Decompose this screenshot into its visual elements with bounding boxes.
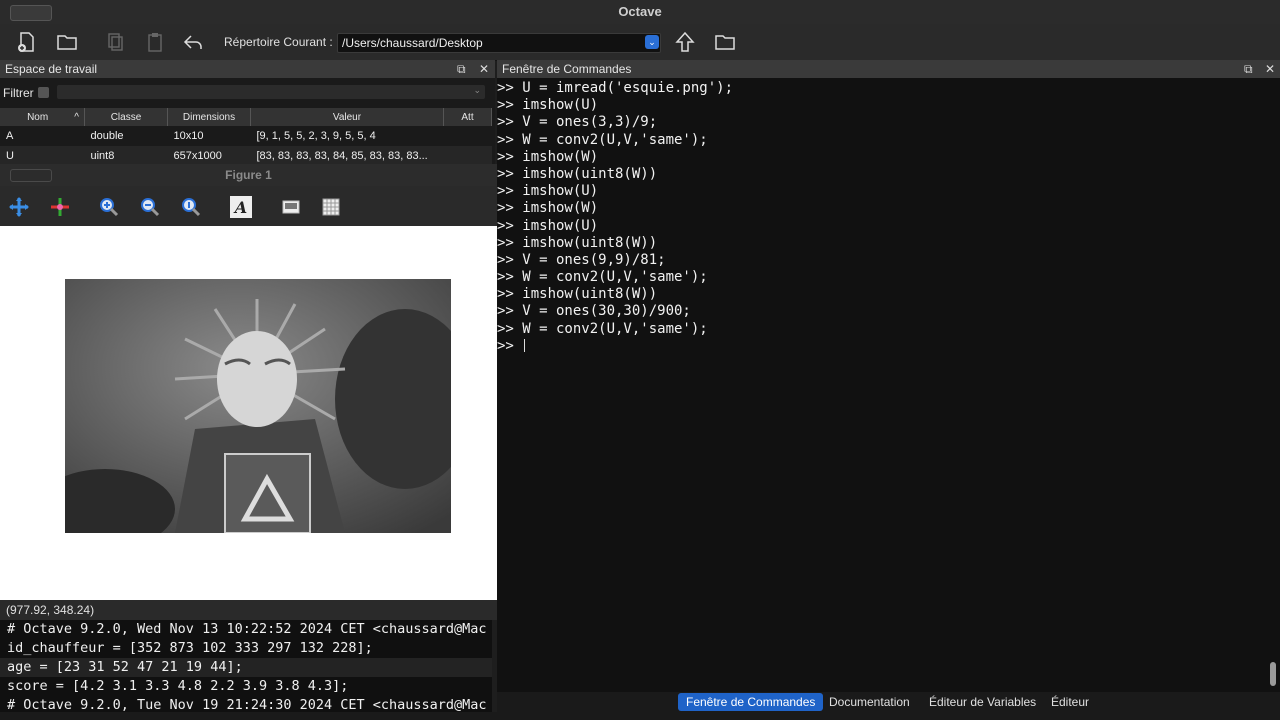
column-header-dimensions[interactable]: Dimensions bbox=[167, 108, 251, 126]
title-bar: Octave bbox=[0, 0, 1280, 24]
filter-checkbox[interactable] bbox=[38, 87, 49, 98]
filter-row: Filtrer ⌄ bbox=[0, 82, 495, 102]
history-item[interactable]: id_chauffeur = [352 873 102 333 297 132 … bbox=[0, 639, 492, 658]
command-window: Fenêtre de Commandes ⧉ ✕ >> U = imread('… bbox=[497, 60, 1280, 692]
figure-toolbar: A bbox=[0, 186, 497, 226]
command-line: >> V = ones(3,3)/9; bbox=[497, 114, 658, 131]
history-item[interactable]: score = [4.2 3.1 3.3 4.8 2.2 3.9 3.8 4.3… bbox=[0, 677, 492, 696]
workspace-table: Nom ^ Classe Dimensions Valeur Att A dou… bbox=[0, 108, 492, 166]
parent-dir-button[interactable] bbox=[672, 30, 698, 54]
command-line: >> imshow(uint8(W)) bbox=[497, 234, 658, 251]
command-line: >> W = conv2(U,V,'same'); bbox=[497, 320, 708, 337]
chevron-down-icon[interactable]: ⌄ bbox=[645, 35, 659, 49]
tab-documentation[interactable]: Documentation bbox=[821, 693, 918, 711]
bottom-tab-bar: Fenêtre de Commandes Documentation Édite… bbox=[497, 692, 1280, 712]
pan-icon[interactable] bbox=[8, 196, 30, 218]
column-header-value[interactable]: Valeur bbox=[250, 108, 444, 126]
tab-editor[interactable]: Éditeur bbox=[1043, 693, 1097, 711]
arrow-up-icon bbox=[675, 31, 695, 52]
sort-arrow-icon: ^ bbox=[74, 111, 79, 123]
chevron-down-icon[interactable]: ⌄ bbox=[473, 85, 481, 96]
figure-canvas[interactable] bbox=[0, 226, 497, 600]
copy-icon bbox=[108, 33, 123, 51]
app-title: Octave bbox=[618, 4, 662, 19]
command-line: >> imshow(U) bbox=[497, 97, 599, 114]
command-line: >> V = ones(9,9)/81; bbox=[497, 251, 666, 268]
command-line: >> imshow(U) bbox=[497, 183, 599, 200]
clipboard-icon bbox=[148, 33, 162, 52]
filter-label: Filtrer bbox=[3, 86, 34, 100]
undock-icon[interactable]: ⧉ bbox=[457, 60, 466, 78]
browse-dir-button[interactable] bbox=[712, 30, 738, 54]
command-history-panel: # Octave 9.2.0, Wed Nov 13 10:22:52 2024… bbox=[0, 620, 492, 720]
status-bar bbox=[0, 712, 1280, 720]
rotate-icon[interactable] bbox=[49, 196, 71, 218]
command-line: >> U = imread('esquie.png'); bbox=[497, 80, 734, 96]
history-item[interactable]: age = [23 31 52 47 21 19 44]; bbox=[0, 658, 492, 677]
scrollbar[interactable] bbox=[1270, 662, 1276, 686]
folder-icon bbox=[715, 35, 735, 50]
zoom-in-icon[interactable] bbox=[98, 196, 120, 218]
figure-title-bar: Figure 1 bbox=[0, 164, 497, 186]
command-line: >> imshow(W) bbox=[497, 148, 599, 165]
workspace-panel: Espace de travail ⧉ ✕ Filtrer ⌄ Nom ^ Cl… bbox=[0, 60, 495, 166]
workspace-title: Espace de travail bbox=[5, 62, 98, 76]
text-icon[interactable]: A bbox=[230, 196, 252, 218]
command-line: >> W = conv2(U,V,'same'); bbox=[497, 269, 708, 286]
command-prompt-line[interactable]: >> bbox=[497, 338, 1267, 355]
displayed-image bbox=[65, 279, 451, 533]
command-line: >> imshow(uint8(W)) bbox=[497, 165, 658, 182]
table-row[interactable]: U uint8 657x1000 [83, 83, 83, 83, 84, 85… bbox=[0, 146, 492, 166]
new-file-icon bbox=[18, 32, 34, 52]
current-dir-value: /Users/chaussard/Desktop bbox=[342, 36, 483, 50]
command-line: >> imshow(W) bbox=[497, 200, 599, 217]
undo-icon bbox=[183, 35, 202, 49]
cursor-coordinates: (977.92, 348.24) bbox=[0, 600, 497, 620]
command-line: >> V = ones(30,30)/900; bbox=[497, 303, 691, 320]
command-prompt: >> bbox=[497, 337, 523, 354]
figure-window: Figure 1 A bbox=[0, 164, 497, 600]
command-window-header: Fenêtre de Commandes ⧉ ✕ bbox=[497, 60, 1280, 78]
tab-variable-editor[interactable]: Éditeur de Variables bbox=[921, 693, 1044, 711]
close-icon[interactable]: ✕ bbox=[479, 60, 489, 78]
close-icon[interactable]: ✕ bbox=[1265, 60, 1275, 78]
current-dir-label: Répertoire Courant : bbox=[224, 35, 333, 49]
column-header-class[interactable]: Classe bbox=[84, 108, 168, 126]
command-line: >> imshow(uint8(W)) bbox=[497, 286, 658, 303]
window-controls[interactable] bbox=[10, 169, 52, 182]
folder-icon bbox=[57, 35, 77, 50]
paste-button[interactable] bbox=[142, 30, 168, 54]
column-header-attr[interactable]: Att bbox=[443, 108, 492, 126]
tab-command-window[interactable]: Fenêtre de Commandes bbox=[678, 693, 824, 711]
zoom-out-icon[interactable] bbox=[139, 196, 161, 218]
open-folder-button[interactable] bbox=[54, 30, 80, 54]
filter-input[interactable]: ⌄ bbox=[57, 85, 485, 99]
zoom-reset-icon[interactable] bbox=[180, 196, 202, 218]
undo-button[interactable] bbox=[180, 30, 206, 54]
undock-icon[interactable]: ⧉ bbox=[1244, 60, 1253, 78]
grid-icon[interactable] bbox=[320, 196, 342, 218]
history-item[interactable]: # Octave 9.2.0, Wed Nov 13 10:22:52 2024… bbox=[0, 620, 492, 639]
main-toolbar: Répertoire Courant : /Users/chaussard/De… bbox=[0, 24, 1280, 61]
command-output[interactable]: >> U = imread('esquie.png'); >> imshow(U… bbox=[497, 80, 1267, 355]
figure-title: Figure 1 bbox=[225, 168, 272, 182]
new-script-button[interactable] bbox=[14, 30, 40, 54]
command-line: >> W = conv2(U,V,'same'); bbox=[497, 131, 708, 148]
command-line: >> imshow(U) bbox=[497, 217, 599, 234]
text-caret bbox=[524, 339, 526, 353]
column-header-name[interactable]: Nom ^ bbox=[0, 108, 85, 126]
copy-button[interactable] bbox=[102, 30, 128, 54]
command-window-title: Fenêtre de Commandes bbox=[502, 62, 632, 76]
table-row[interactable]: A double 10x10 [9, 1, 5, 5, 2, 3, 9, 5, … bbox=[0, 126, 492, 146]
workspace-header: Espace de travail ⧉ ✕ bbox=[0, 60, 495, 78]
current-dir-field[interactable]: /Users/chaussard/Desktop ⌄ bbox=[337, 33, 661, 53]
window-controls[interactable] bbox=[10, 5, 52, 21]
axes-icon[interactable] bbox=[280, 196, 302, 218]
